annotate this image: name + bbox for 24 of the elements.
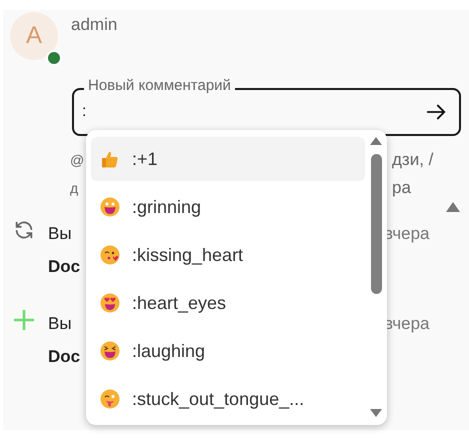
tongue-out-face-icon: [100, 389, 120, 409]
hint-text: дзи, /: [392, 149, 434, 171]
plus-icon: [13, 309, 35, 331]
user-name: admin: [71, 14, 118, 36]
field-label: Новый комментарий: [84, 76, 235, 96]
collapse-caret-icon[interactable]: [446, 202, 460, 212]
hint-text: д: [70, 180, 78, 196]
document-name: Doc: [48, 346, 80, 368]
scroll-down-icon[interactable]: [370, 409, 382, 417]
refresh-icon: [13, 219, 35, 241]
scrollbar-thumb[interactable]: [370, 154, 382, 294]
thumbs-up-icon: [100, 149, 120, 169]
document-name: Doc: [48, 256, 80, 278]
heart-eyes-face-icon: [100, 293, 120, 313]
grinning-face-icon: [100, 197, 120, 217]
actor-text: Вы: [48, 223, 73, 245]
hint-text: ра: [392, 177, 411, 199]
actor-text: Вы: [48, 313, 73, 335]
scroll-up-icon[interactable]: [370, 137, 382, 145]
kissing-face-icon: [100, 245, 120, 265]
emoji-option[interactable]: :+1: [91, 137, 365, 181]
hint-text: @: [70, 152, 84, 168]
laughing-face-icon: [100, 341, 120, 361]
field-value: :: [82, 102, 88, 122]
